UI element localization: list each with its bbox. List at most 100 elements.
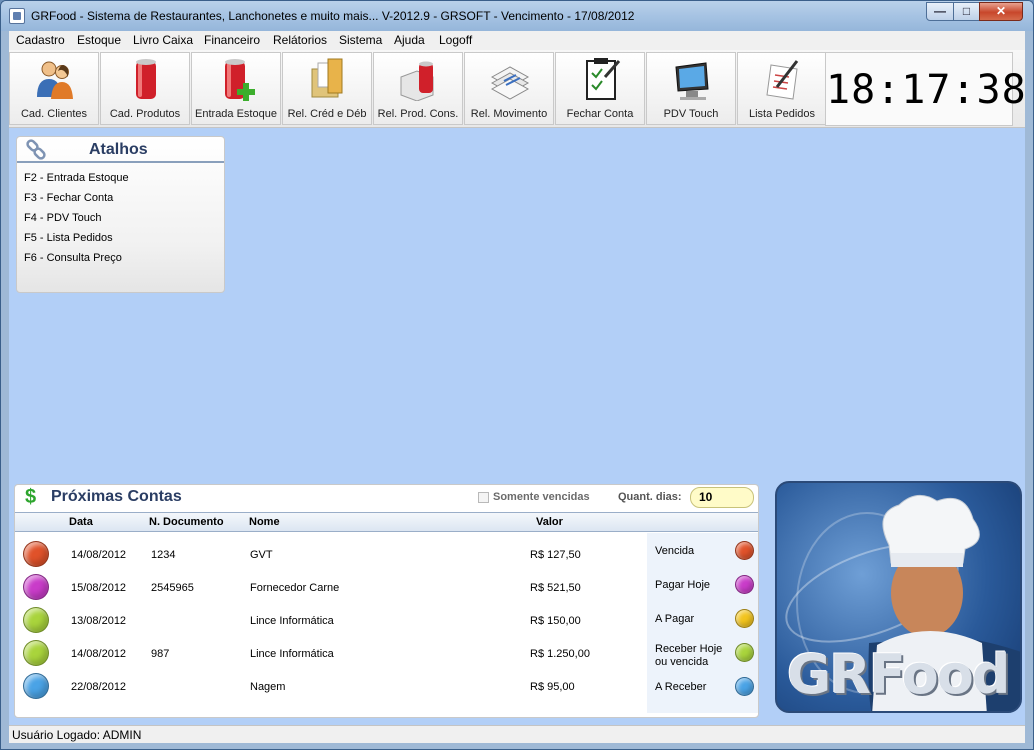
status-dot bbox=[23, 574, 49, 600]
close-button[interactable]: ✕ bbox=[979, 2, 1023, 21]
status-bar: Usuário Logado: ADMIN bbox=[9, 725, 1025, 743]
menu-bar: Cadastro Estoque Livro Caixa Financeiro … bbox=[9, 31, 1025, 50]
legend-a-pagar: A Pagar bbox=[655, 613, 695, 625]
link-icon bbox=[26, 139, 46, 160]
rel-prod-cons-button[interactable]: Rel. Prod. Cons. bbox=[373, 52, 463, 125]
header-documento[interactable]: N. Documento bbox=[149, 516, 224, 528]
status-legend: Vencida Pagar Hoje A Pagar Receber Hoje … bbox=[647, 533, 758, 713]
table-header: Data N. Documento Nome Valor bbox=[15, 512, 758, 532]
maximize-button[interactable]: □ bbox=[953, 2, 980, 21]
header-data[interactable]: Data bbox=[69, 516, 93, 528]
menu-relatorios[interactable]: Relátorios bbox=[273, 33, 327, 47]
grfood-logo: GRFood bbox=[775, 481, 1022, 713]
proximas-contas-title: Próximas Contas bbox=[51, 488, 182, 505]
cell-documento: 2545965 bbox=[151, 582, 194, 594]
entrada-estoque-label: Entrada Estoque bbox=[195, 108, 277, 120]
menu-logoff[interactable]: Logoff bbox=[439, 33, 472, 47]
status-dot bbox=[23, 640, 49, 666]
logo-text: GRFood bbox=[787, 643, 1010, 706]
menu-financeiro[interactable]: Financeiro bbox=[204, 33, 260, 47]
cad-produtos-label: Cad. Produtos bbox=[109, 108, 181, 120]
shortcut-f5[interactable]: F5 - Lista Pedidos bbox=[24, 232, 113, 244]
toolbar: Cad. Clientes Cad. Produtos Entrada Esto… bbox=[9, 50, 1026, 128]
cell-nome: Nagem bbox=[250, 681, 286, 693]
cell-nome: Fornecedor Carne bbox=[250, 582, 340, 594]
rel-movimento-button[interactable]: Rel. Movimento bbox=[464, 52, 554, 125]
lista-pedidos-button[interactable]: Lista Pedidos bbox=[737, 52, 827, 125]
box-can-icon bbox=[400, 61, 434, 101]
somente-vencidas-label: Somente vencidas bbox=[493, 491, 590, 503]
cell-nome: Lince Informática bbox=[250, 648, 334, 660]
cell-valor: R$ 521,50 bbox=[530, 582, 581, 594]
app-icon[interactable] bbox=[9, 8, 25, 24]
header-valor[interactable]: Valor bbox=[536, 516, 563, 528]
cell-valor: R$ 95,00 bbox=[530, 681, 575, 693]
dollar-icon: $ bbox=[25, 486, 37, 508]
menu-sistema[interactable]: Sistema bbox=[339, 33, 382, 47]
quant-dias-input[interactable]: 10 bbox=[690, 487, 754, 508]
shortcut-f2[interactable]: F2 - Entrada Estoque bbox=[24, 172, 129, 184]
cell-documento: 1234 bbox=[151, 549, 176, 561]
papers-icon bbox=[490, 66, 530, 100]
logged-user: Usuário Logado: ADMIN bbox=[12, 728, 142, 742]
menu-cadastro[interactable]: Cadastro bbox=[16, 33, 65, 47]
cad-produtos-button[interactable]: Cad. Produtos bbox=[100, 52, 190, 125]
atalhos-header: Atalhos bbox=[17, 137, 224, 163]
can-plus-icon bbox=[225, 59, 255, 101]
quant-dias-label: Quant. dias: bbox=[618, 491, 682, 503]
legend-dot-vencida bbox=[735, 541, 754, 560]
menu-livro-caixa[interactable]: Livro Caixa bbox=[133, 33, 193, 47]
cell-data: 13/08/2012 bbox=[71, 615, 127, 627]
table-row[interactable]: 13/08/2012 Lince Informática R$ 150,00 bbox=[15, 604, 645, 637]
legend-dot-a-pagar bbox=[735, 609, 754, 628]
rel-movimento-label: Rel. Movimento bbox=[470, 108, 548, 120]
cell-documento: 987 bbox=[151, 648, 170, 660]
legend-dot-receber-hoje bbox=[735, 643, 754, 662]
entrada-estoque-button[interactable]: Entrada Estoque bbox=[191, 52, 281, 125]
header-nome[interactable]: Nome bbox=[249, 516, 280, 528]
clock-display: 18:17:38 bbox=[825, 52, 1026, 126]
status-dot bbox=[23, 607, 49, 633]
rel-prod-cons-label: Rel. Prod. Cons. bbox=[377, 108, 459, 120]
status-dot bbox=[23, 541, 49, 567]
legend-receber-hoje: Receber Hoje ou vencida bbox=[655, 643, 723, 668]
table-row[interactable]: 14/08/2012 1234 GVT R$ 127,50 bbox=[15, 538, 645, 571]
lista-pedidos-label: Lista Pedidos bbox=[748, 108, 816, 120]
title-bar[interactable]: GRFood - Sistema de Restaurantes, Lancho… bbox=[1, 1, 1033, 31]
window-title: GRFood - Sistema de Restaurantes, Lancho… bbox=[31, 9, 635, 23]
clipboard-icon bbox=[586, 58, 621, 100]
table-row[interactable]: 15/08/2012 2545965 Fornecedor Carne R$ 5… bbox=[15, 571, 645, 604]
shortcut-f6[interactable]: F6 - Consulta Preço bbox=[24, 252, 122, 264]
legend-dot-pagar-hoje bbox=[735, 575, 754, 594]
fechar-conta-label: Fechar Conta bbox=[566, 108, 634, 120]
pdv-touch-button[interactable]: PDV Touch bbox=[646, 52, 736, 125]
cell-valor: R$ 127,50 bbox=[530, 549, 581, 561]
monitor-icon bbox=[675, 62, 709, 100]
rel-cred-deb-label: Rel. Créd e Déb bbox=[287, 108, 367, 120]
cell-data: 15/08/2012 bbox=[71, 582, 127, 594]
legend-a-receber: A Receber bbox=[655, 681, 707, 693]
cad-clientes-label: Cad. Clientes bbox=[20, 108, 88, 120]
pdv-touch-label: PDV Touch bbox=[663, 108, 719, 120]
rel-cred-deb-button[interactable]: Rel. Créd e Déb bbox=[282, 52, 372, 125]
shortcut-f3[interactable]: F3 - Fechar Conta bbox=[24, 192, 113, 204]
menu-ajuda[interactable]: Ajuda bbox=[394, 33, 425, 47]
shortcut-f4[interactable]: F4 - PDV Touch bbox=[24, 212, 101, 224]
proximas-contas-panel: $ Próximas Contas Somente vencidas Quant… bbox=[14, 484, 759, 718]
cad-clientes-button[interactable]: Cad. Clientes bbox=[9, 52, 99, 125]
legend-dot-a-receber bbox=[735, 677, 754, 696]
checkbox-box[interactable] bbox=[478, 492, 489, 503]
atalhos-panel: Atalhos F2 - Entrada Estoque F3 - Fechar… bbox=[16, 136, 225, 293]
cell-data: 14/08/2012 bbox=[71, 549, 127, 561]
cell-nome: GVT bbox=[250, 549, 273, 561]
table-row[interactable]: 22/08/2012 Nagem R$ 95,00 bbox=[15, 670, 645, 703]
cell-valor: R$ 150,00 bbox=[530, 615, 581, 627]
fechar-conta-button[interactable]: Fechar Conta bbox=[555, 52, 645, 125]
cell-nome: Lince Informática bbox=[250, 615, 334, 627]
people-icon bbox=[37, 61, 73, 99]
app-window: GRFood - Sistema de Restaurantes, Lancho… bbox=[0, 0, 1034, 750]
status-dot bbox=[23, 673, 49, 699]
minimize-button[interactable]: — bbox=[926, 2, 954, 21]
table-row[interactable]: 14/08/2012 987 Lince Informática R$ 1.25… bbox=[15, 637, 645, 670]
menu-estoque[interactable]: Estoque bbox=[77, 33, 121, 47]
